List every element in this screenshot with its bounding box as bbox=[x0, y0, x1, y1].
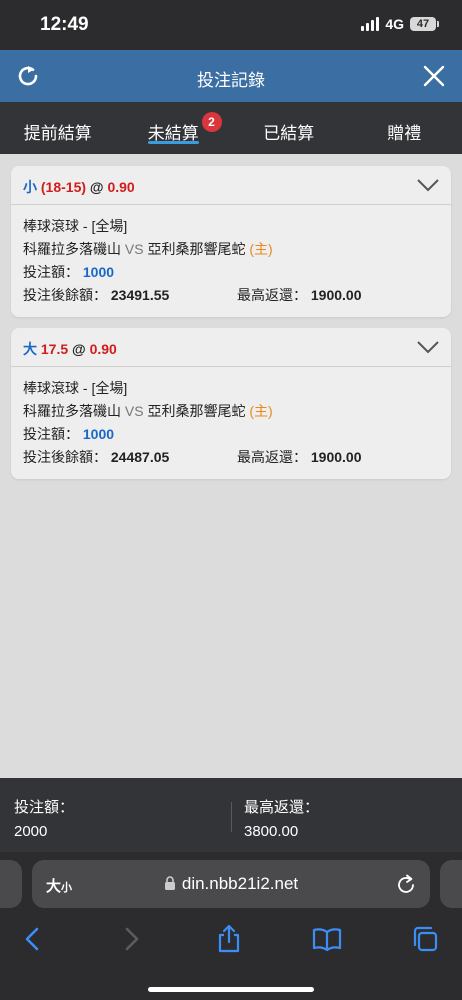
bet-matchup: 科羅拉多落磯山 VS 亞利桑那響尾蛇 (主) bbox=[23, 400, 439, 423]
bet-at-symbol: @ bbox=[72, 341, 86, 357]
forward-icon[interactable] bbox=[116, 924, 146, 954]
total-stake-label: 投注額： bbox=[14, 799, 75, 816]
bet-balance-row: 投注後餘額： 24487.05 最高返還： 1900.00 bbox=[23, 446, 439, 469]
browser-toolbar: 大小 din.nbb21i2.net bbox=[0, 852, 462, 1000]
status-bar: 12:49 4G 47 bbox=[0, 0, 462, 50]
tab-settled[interactable]: 已結算 bbox=[231, 102, 347, 154]
active-tab-indicator bbox=[147, 141, 199, 144]
bet-card-header[interactable]: 小 (18-15) @ 0.90 bbox=[11, 166, 451, 205]
close-icon[interactable] bbox=[422, 64, 446, 88]
team-away: 亞利桑那響尾蛇 bbox=[147, 403, 246, 419]
signal-icon bbox=[361, 17, 380, 31]
balance-value: 24487.05 bbox=[110, 449, 170, 465]
battery-icon: 47 bbox=[410, 17, 439, 31]
chevron-down-icon[interactable] bbox=[417, 340, 439, 354]
bet-line: (18-15) bbox=[40, 179, 87, 195]
total-return-value: 3800.00 bbox=[244, 823, 299, 840]
bet-selection: 小 bbox=[23, 179, 37, 195]
bet-line: 17.5 bbox=[40, 341, 69, 357]
tab-unsettled[interactable]: 未結算 2 bbox=[116, 102, 232, 154]
bet-card: 大 17.5 @ 0.90 棒球滾球 - [全場] 科羅拉多落磯山 VS 亞利桑… bbox=[11, 328, 451, 479]
back-icon[interactable] bbox=[18, 924, 48, 954]
home-marker: (主) bbox=[249, 403, 273, 419]
stake-value: 1000 bbox=[82, 264, 115, 280]
chevron-down-icon[interactable] bbox=[417, 178, 439, 192]
max-return-value: 1900.00 bbox=[310, 287, 362, 303]
address-bar[interactable]: 大小 din.nbb21i2.net bbox=[32, 860, 430, 908]
balance-label: 投注後餘額： bbox=[23, 449, 107, 465]
bet-balance-row: 投注後餘額： 23491.55 最高返還： 1900.00 bbox=[23, 284, 439, 307]
bet-selection: 大 bbox=[23, 341, 37, 357]
max-return-label: 最高返還： bbox=[237, 449, 307, 465]
bet-league: 棒球滾球 - [全場] bbox=[23, 218, 128, 234]
total-return-label: 最高返還： bbox=[244, 799, 320, 816]
tab-label: 贈禮 bbox=[387, 124, 422, 143]
stake-label: 投注額： bbox=[23, 426, 79, 442]
bet-odds: 0.90 bbox=[89, 341, 117, 357]
bet-matchup: 科羅拉多落磯山 VS 亞利桑那響尾蛇 (主) bbox=[23, 238, 439, 261]
bet-card-body: 棒球滾球 - [全場] 科羅拉多落磯山 VS 亞利桑那響尾蛇 (主) 投注額： … bbox=[11, 367, 451, 479]
home-marker: (主) bbox=[249, 241, 273, 257]
tab-gifts[interactable]: 贈禮 bbox=[347, 102, 462, 154]
page-header: 投注記錄 bbox=[0, 50, 462, 102]
share-icon[interactable] bbox=[214, 924, 244, 954]
tab-bar: 提前結算 未結算 2 已結算 贈禮 bbox=[0, 102, 462, 154]
max-return-label: 最高返還： bbox=[237, 287, 307, 303]
bet-league: 棒球滾球 - [全場] bbox=[23, 380, 128, 396]
bet-card-body: 棒球滾球 - [全場] 科羅拉多落磯山 VS 亞利桑那響尾蛇 (主) 投注額： … bbox=[11, 205, 451, 317]
reload-icon[interactable] bbox=[396, 873, 416, 895]
url-text: din.nbb21i2.net bbox=[181, 874, 299, 893]
unsettled-count-badge: 2 bbox=[201, 112, 222, 132]
page-title: 投注記錄 bbox=[197, 71, 265, 90]
vs-label: VS bbox=[124, 241, 144, 257]
tab-label: 提前結算 bbox=[23, 124, 92, 143]
bet-card: 小 (18-15) @ 0.90 棒球滾球 - [全場] 科羅拉多落磯山 VS … bbox=[11, 166, 451, 317]
balance-label: 投注後餘額： bbox=[23, 287, 107, 303]
previous-tab-preview[interactable] bbox=[0, 860, 22, 908]
bet-stake-row: 投注額： 1000 bbox=[23, 423, 439, 446]
max-return-value: 1900.00 bbox=[310, 449, 362, 465]
team-home: 科羅拉多落磯山 bbox=[23, 403, 121, 419]
total-max-return: 最高返還： 3800.00 bbox=[244, 796, 319, 844]
bet-stake-row: 投注額： 1000 bbox=[23, 261, 439, 284]
vs-label: VS bbox=[124, 403, 144, 419]
tab-label: 已結算 bbox=[263, 124, 315, 143]
balance-value: 23491.55 bbox=[110, 287, 170, 303]
network-type: 4G bbox=[385, 16, 404, 32]
total-stake-value: 2000 bbox=[14, 823, 48, 840]
bet-summary-bar: 投注額： 2000 最高返還： 3800.00 bbox=[0, 778, 462, 852]
stake-label: 投注額： bbox=[23, 264, 79, 280]
tab-early-settle[interactable]: 提前結算 bbox=[0, 102, 116, 154]
bookmarks-icon[interactable] bbox=[312, 924, 342, 954]
stake-value: 1000 bbox=[82, 426, 115, 442]
team-away: 亞利桑那響尾蛇 bbox=[147, 241, 246, 257]
team-home: 科羅拉多落磯山 bbox=[23, 241, 121, 257]
total-stake: 投注額： 2000 bbox=[14, 796, 74, 844]
url-text-container: din.nbb21i2.net bbox=[32, 874, 430, 894]
bet-at-symbol: @ bbox=[89, 179, 104, 195]
summary-divider bbox=[231, 802, 232, 832]
bet-card-header[interactable]: 大 17.5 @ 0.90 bbox=[11, 328, 451, 367]
status-time: 12:49 bbox=[40, 14, 89, 35]
bet-odds: 0.90 bbox=[107, 179, 135, 195]
status-indicators: 4G 47 bbox=[361, 16, 439, 32]
next-tab-preview[interactable] bbox=[440, 860, 462, 908]
lock-icon bbox=[164, 876, 175, 890]
tabs-icon[interactable] bbox=[410, 924, 440, 954]
home-indicator bbox=[148, 987, 314, 992]
